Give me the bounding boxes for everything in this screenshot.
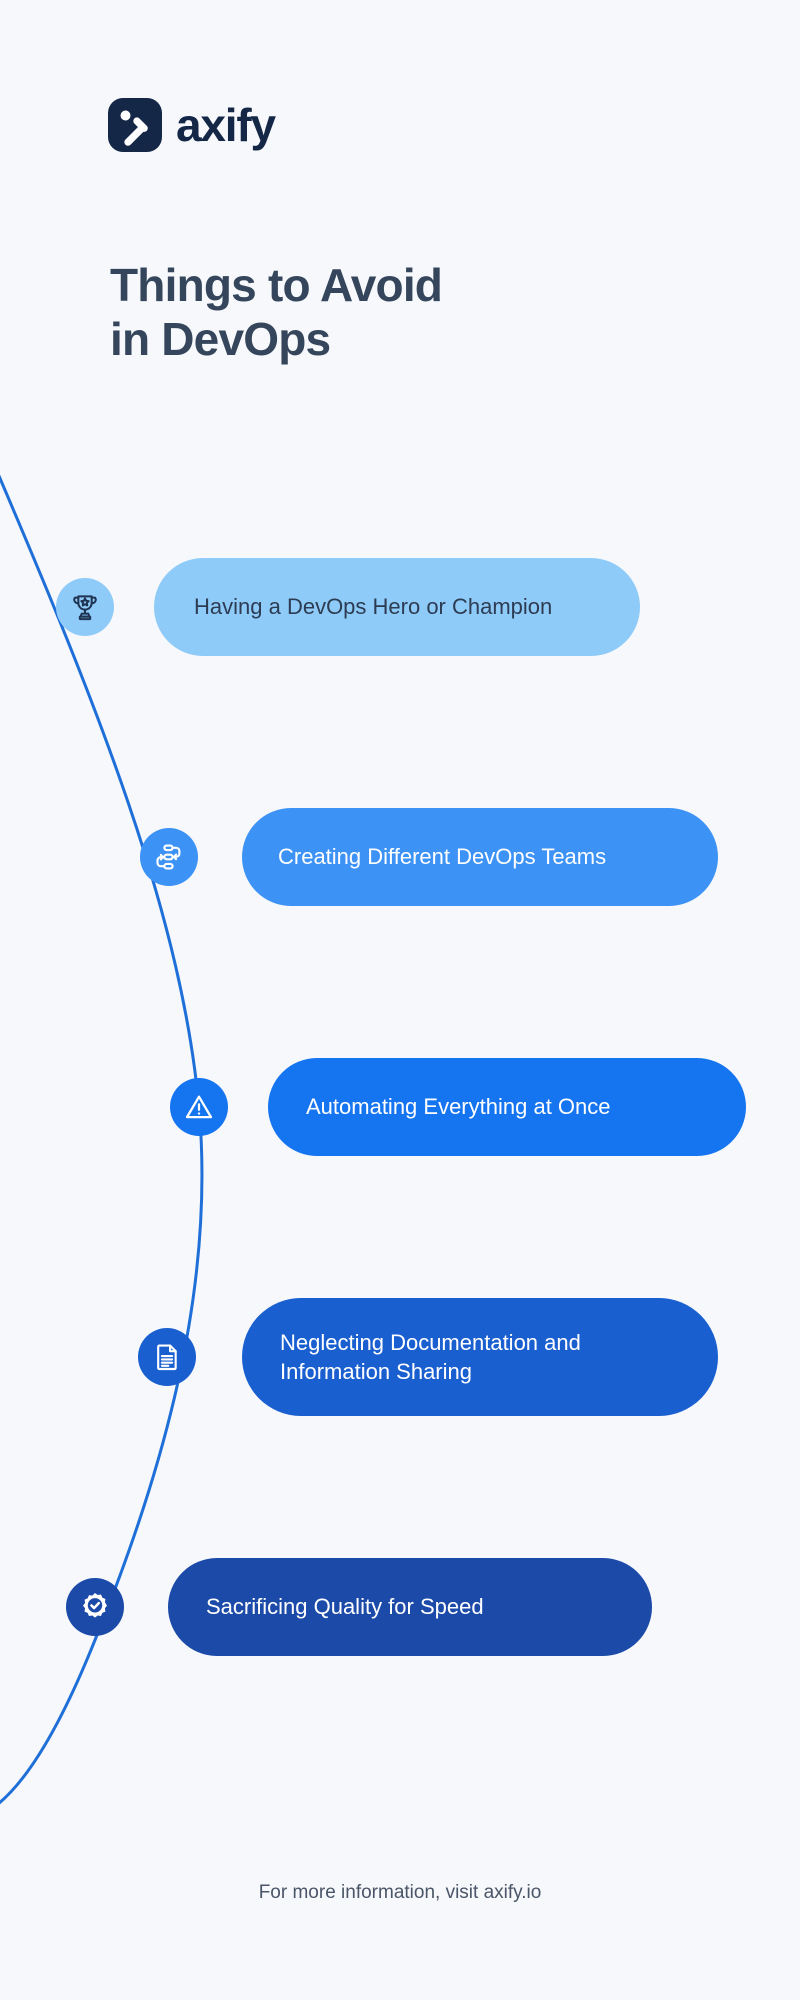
timeline-node-5[interactable] [66, 1578, 124, 1636]
brand-logo: axify [108, 98, 276, 152]
timeline-node-3[interactable] [170, 1078, 228, 1136]
timeline-node-1[interactable] [56, 578, 114, 636]
item-label-5: Sacrificing Quality for Speed [206, 1594, 484, 1620]
timeline-node-4[interactable] [138, 1328, 196, 1386]
axify-x-logo-icon [108, 98, 162, 152]
footer-text: For more information, visit axify.io [258, 1882, 542, 1903]
brand-wordmark: axify [176, 99, 276, 151]
item-label-4: Neglecting Documentation and Information… [280, 1329, 581, 1384]
item-label-2: Creating Different DevOps Teams [278, 844, 607, 870]
item-label-1: Having a DevOps Hero or Champion [194, 594, 553, 620]
trophy-icon [73, 595, 97, 621]
quality-seal-check-icon [83, 1592, 107, 1618]
infographic-page: axify Things to Avoid in DevOps Having a… [0, 0, 800, 2000]
page-title: Things to Avoid in DevOps [110, 259, 443, 366]
warning-triangle-icon [185, 1095, 213, 1119]
item-pill-2[interactable]: Creating Different DevOps Teams [242, 808, 718, 906]
timeline-node-2[interactable] [140, 828, 198, 886]
item-pill-5[interactable]: Sacrificing Quality for Speed [168, 1558, 652, 1656]
item-pill-3[interactable]: Automating Everything at Once [268, 1058, 746, 1156]
document-icon [157, 1344, 177, 1371]
item-label-3: Automating Everything at Once [306, 1094, 611, 1120]
item-pill-4[interactable]: Neglecting Documentation and Information… [242, 1298, 718, 1416]
item-pill-1[interactable]: Having a DevOps Hero or Champion [154, 558, 640, 656]
teams-workflow-icon [156, 844, 181, 870]
